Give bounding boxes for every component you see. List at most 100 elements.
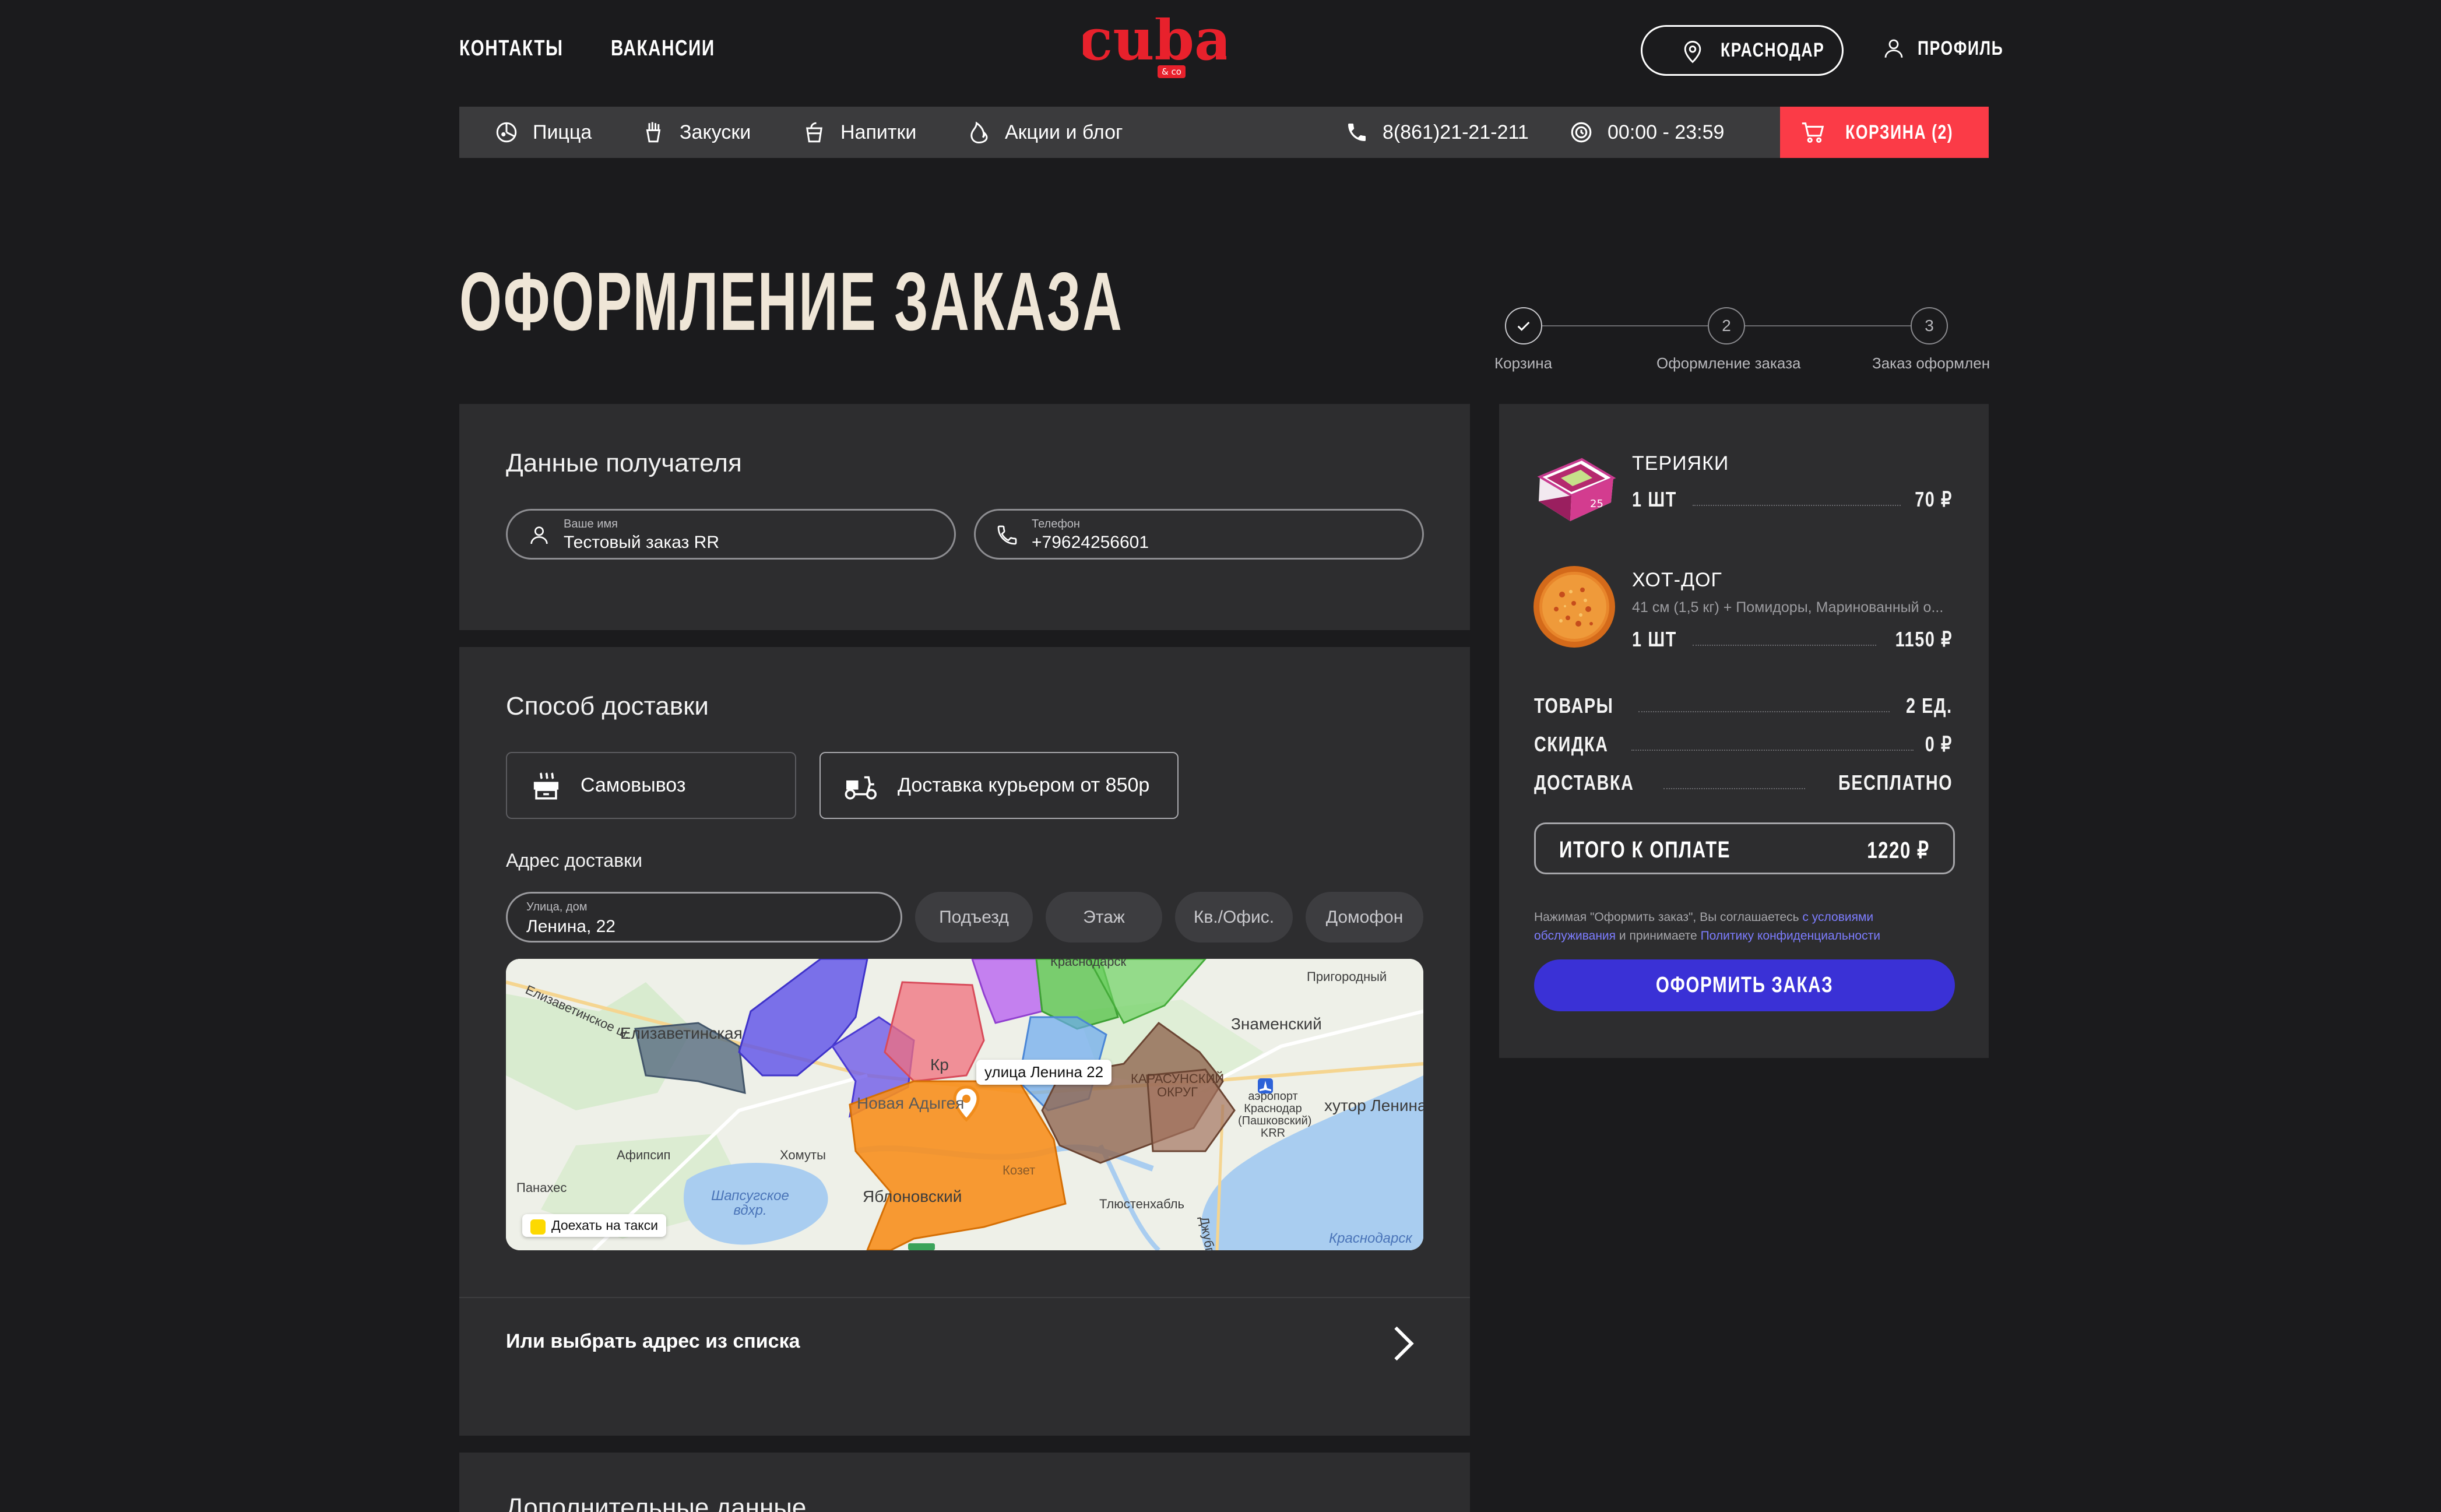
nav-link-vacancies[interactable]: ВАКАНСИИ [611, 36, 715, 61]
map-label: Козет [1003, 1163, 1036, 1177]
map-label: Новая Адыгея [857, 1094, 965, 1112]
city-selector-button[interactable]: КРАСНОДАР [1641, 25, 1844, 76]
pickup-option[interactable]: Самовывоз [506, 752, 796, 819]
pickup-label: Самовывоз [581, 774, 686, 796]
phone-link[interactable]: 8(861)21-21-211 [1345, 107, 1529, 158]
summary-item-price: 70 ₽ [1915, 487, 1953, 511]
phone-field[interactable]: Телефон +79624256601 [974, 509, 1424, 560]
summary-item-price: 1150 ₽ [1895, 627, 1953, 651]
cart-label: КОРЗИНА (2) [1845, 121, 1954, 143]
courier-option[interactable]: Доставка курьером от 850р [819, 752, 1179, 819]
phone-icon [997, 525, 1017, 545]
nav-item-label: Напитки [840, 121, 917, 143]
step-done-indicator: 3 [1911, 307, 1948, 344]
summary-item-row: 1 ШТ 1150 ₽ [1632, 627, 1953, 652]
legal-notice: Нажимая "Оформить заказ", Вы соглашаетес… [1534, 908, 1955, 945]
map-label: Краснодарск [1050, 959, 1127, 969]
logo[interactable]: cuba & co [1078, 6, 1231, 82]
privacy-policy-link[interactable]: Политику конфиденциальности [1701, 929, 1880, 943]
pickup-box-icon [533, 772, 559, 800]
nav-item-snacks[interactable]: Закуски [641, 107, 751, 158]
delivery-title: Способ доставки [506, 692, 709, 720]
floor-field[interactable]: Этаж [1046, 892, 1162, 943]
nav-link-contacts[interactable]: КОНТАКТЫ [459, 36, 564, 61]
user-icon [530, 526, 548, 544]
check-icon [1517, 321, 1530, 331]
hotdog-pizza-image [1533, 566, 1615, 648]
dotted-leader [1663, 788, 1805, 789]
steps-connector [1726, 325, 1929, 326]
nav-item-promos[interactable]: Акции и блог [966, 107, 1123, 158]
logo-sub: & co [1162, 66, 1181, 77]
total-box: ИТОГО К ОПЛАТЕ 1220 ₽ [1534, 822, 1955, 874]
step-done-label: Заказ оформлен [1872, 354, 1990, 372]
map-label: Тлюстенхабль [1099, 1197, 1184, 1211]
phone-icon [1348, 124, 1366, 141]
phone-field-value: +79624256601 [1032, 533, 1149, 552]
nav-item-pizza[interactable]: Пицца [494, 107, 592, 158]
fries-icon [646, 122, 661, 143]
map-label: Панахес [516, 1180, 567, 1195]
chevron-right-icon[interactable] [1391, 1323, 1416, 1364]
map-label: Яблоновский [863, 1187, 962, 1205]
svg-text:25: 25 [1590, 498, 1603, 510]
working-hours: 00:00 - 23:59 [1569, 107, 1724, 158]
place-order-label: ОФОРМИТЬ ЗАКАЗ [1655, 973, 1834, 997]
summary-goods-row: ТОВАРЫ 2 ЕД. [1534, 694, 1953, 718]
pick-address-from-list[interactable]: Или выбрать адрес из списка [506, 1330, 800, 1353]
map-pin-label: улица Ленина 22 [976, 1060, 1112, 1085]
place-order-button[interactable]: ОФОРМИТЬ ЗАКАЗ [1534, 959, 1955, 1011]
dotted-leader [1693, 505, 1901, 506]
user-icon [1884, 39, 1903, 58]
discount-label: СКИДКА [1534, 732, 1609, 756]
steps-connector [1524, 325, 1725, 326]
section-divider [459, 1297, 1470, 1298]
dotted-leader [1638, 711, 1890, 712]
map-label: Шапсугское вдхр. [711, 1188, 789, 1219]
delivery-map[interactable]: Елизаветинское ш. Елизаветинская Краснод… [506, 959, 1423, 1250]
goods-value: 2 ЕД. [1906, 694, 1953, 718]
phone-field-label: Телефон [1032, 518, 1080, 530]
delivery-cost-value: БЕСПЛАТНО [1838, 771, 1953, 794]
discount-value: 0 ₽ [1925, 732, 1953, 756]
nav-item-drinks[interactable]: Напитки [802, 107, 916, 158]
city-label: КРАСНОДАР [1721, 39, 1825, 61]
delivery-cost-label: ДОСТАВКА [1534, 771, 1634, 794]
cart-button[interactable]: КОРЗИНА (2) [1780, 107, 1989, 158]
street-field[interactable]: Улица, дом Ленина, 22 [506, 892, 902, 943]
step-cart-indicator [1505, 307, 1542, 344]
summary-item-name: ХОТ-ДОГ [1632, 569, 1722, 591]
taxi-icon [530, 1219, 546, 1235]
logo-text: cuba [1083, 17, 1226, 73]
dotted-leader [1693, 645, 1876, 646]
apartment-field[interactable]: Кв./Офис. [1175, 892, 1293, 943]
additional-title: Дополнительные данные [506, 1493, 807, 1512]
map-label: Краснодарск [1329, 1230, 1412, 1246]
address-title: Адрес доставки [506, 850, 642, 871]
legal-text: и принимаете [1616, 929, 1701, 943]
legal-text: Нажимая "Оформить заказ", Вы соглашаетес… [1534, 910, 1803, 924]
name-field[interactable]: Ваше имя Тестовый заказ RR [506, 509, 956, 560]
map-label: КАРАСУНСКИЙ ОКРУГ [1131, 1071, 1225, 1100]
summary-item-qty: 1 ШТ [1632, 627, 1677, 651]
step-checkout-indicator: 2 [1708, 307, 1745, 344]
nav-item-label: Пицца [533, 121, 592, 143]
taxi-button[interactable]: Доехать на такси [522, 1214, 666, 1237]
summary-item-qty: 1 ШТ [1632, 487, 1677, 511]
clock-icon [1571, 122, 1592, 143]
teriyaki-sauce-image: 25 [1537, 458, 1616, 521]
profile-link[interactable]: ПРОФИЛЬ [1881, 36, 2028, 61]
step-checkout-label: Оформление заказа [1656, 354, 1801, 372]
map-label: Знаменский [1231, 1015, 1322, 1033]
intercom-field[interactable]: Домофон [1306, 892, 1423, 943]
courier-label: Доставка курьером от 850р [898, 774, 1150, 796]
total-value: 1220 ₽ [1867, 838, 1930, 863]
taxi-button-label: Доехать на такси [551, 1218, 658, 1233]
summary-delivery-row: ДОСТАВКА БЕСПЛАТНО [1534, 771, 1953, 795]
page-title: ОФОРМЛЕНИЕ ЗАКАЗА [459, 255, 1124, 348]
entrance-field[interactable]: Подъезд [915, 892, 1033, 943]
location-pin-icon [1684, 41, 1701, 64]
street-field-label: Улица, дом [526, 901, 588, 913]
profile-label: ПРОФИЛЬ [1918, 37, 2004, 59]
dotted-leader [1631, 750, 1914, 751]
